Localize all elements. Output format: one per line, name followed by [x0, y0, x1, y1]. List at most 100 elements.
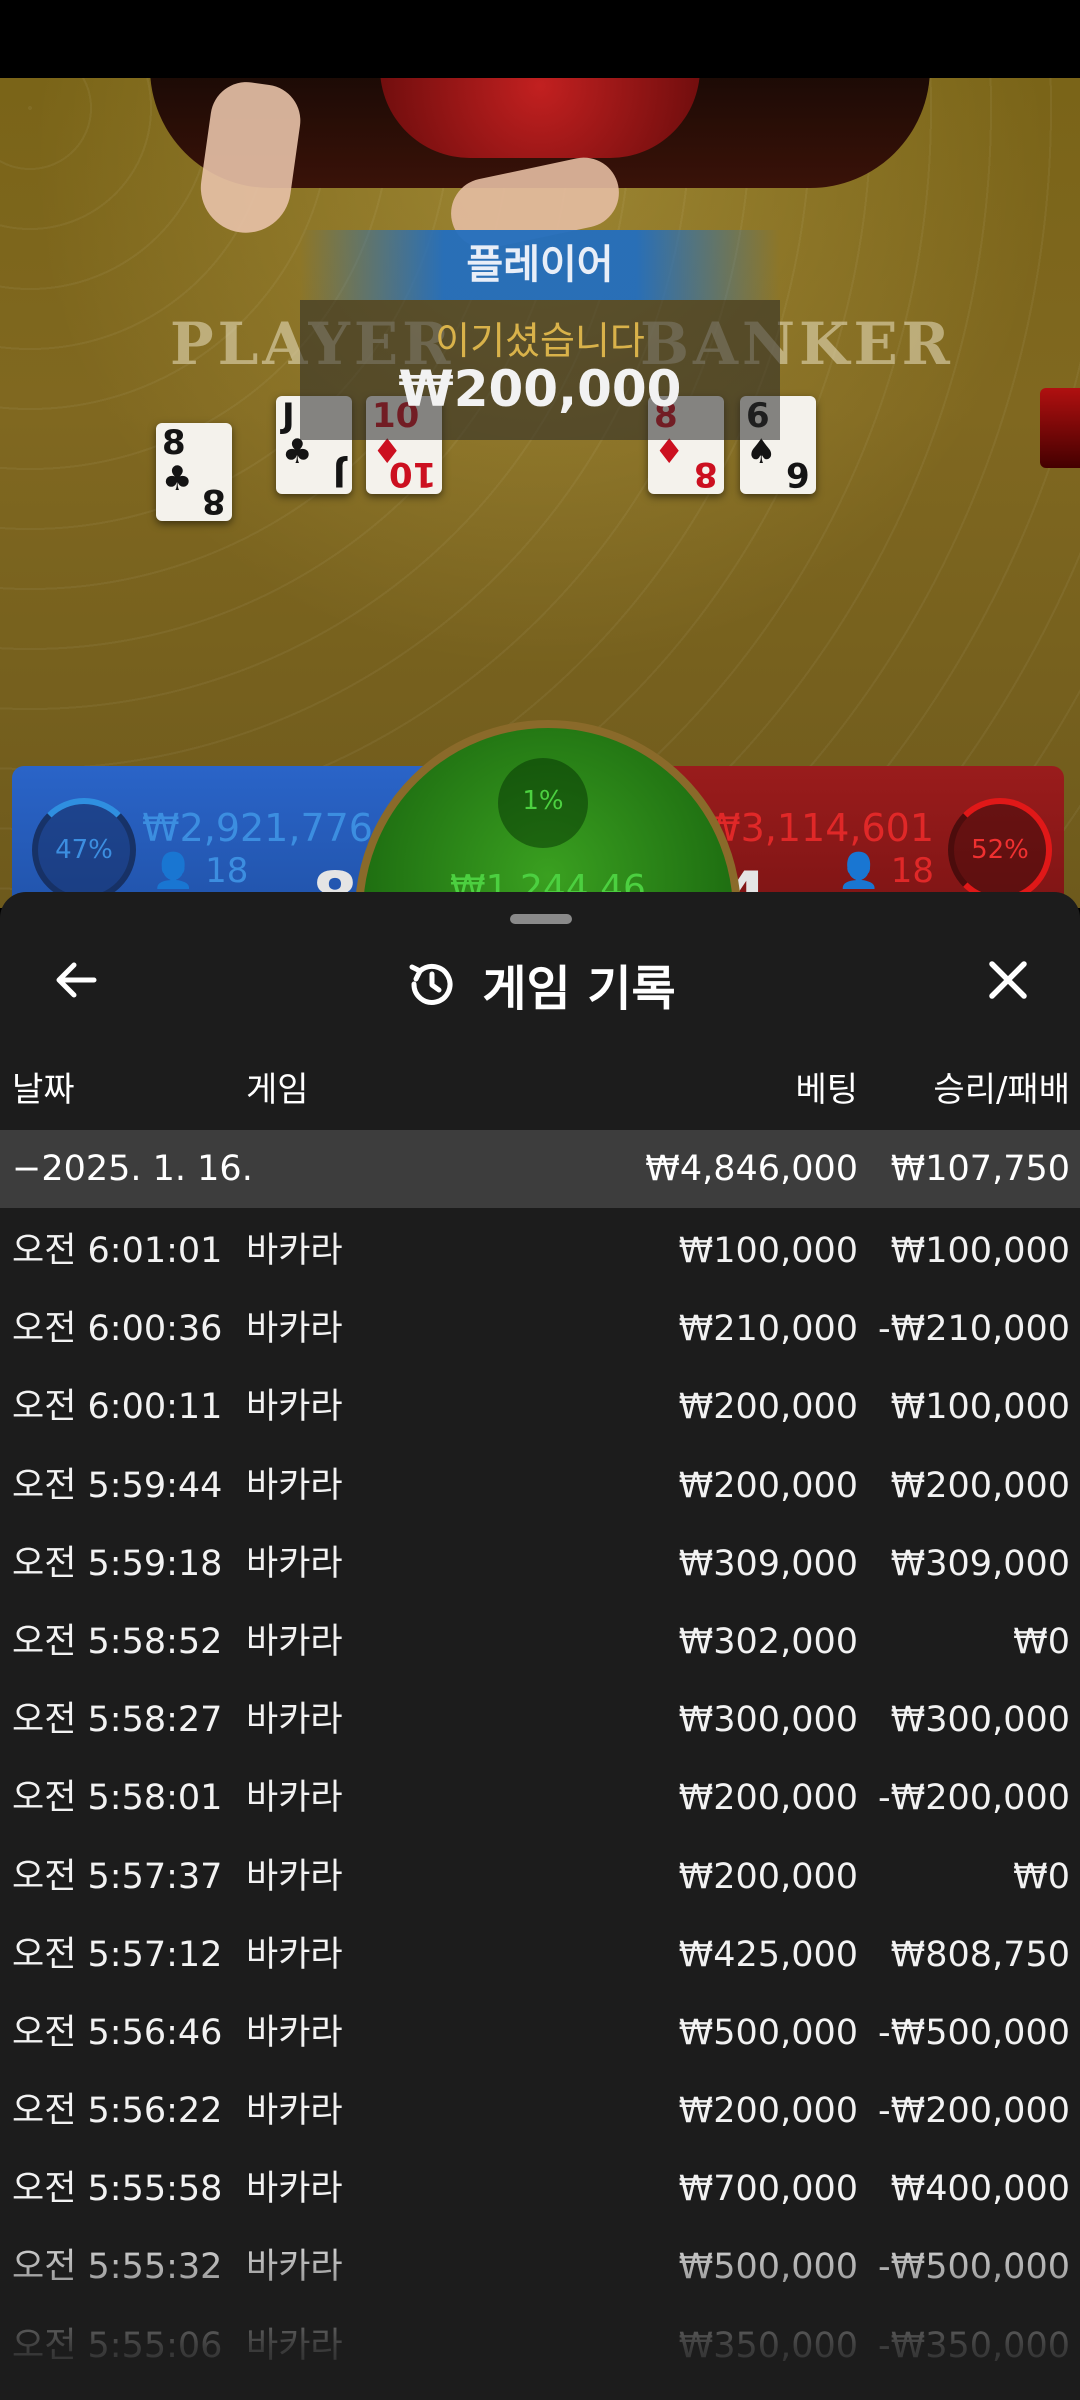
row-game: 바카라 — [246, 1621, 343, 1662]
table-header: 날짜 게임 베팅 승리/패배 — [0, 1062, 1080, 1110]
drag-handle[interactable] — [510, 914, 572, 924]
table-row[interactable]: 오전 5:59:44 바카라 ₩200,000 ₩200,000 — [0, 1447, 1080, 1525]
row-bet: ₩302,000 — [678, 1621, 858, 1662]
row-game: 바카라 — [246, 1543, 343, 1584]
row-game: 바카라 — [246, 1465, 343, 1506]
row-result: ₩0 — [1013, 1621, 1070, 1662]
row-game: 바카라 — [246, 1309, 343, 1350]
row-time: 오전 5:58:01 — [12, 1778, 223, 1819]
row-bet: ₩210,000 — [678, 1309, 858, 1350]
row-time: 오전 5:58:27 — [12, 1700, 223, 1741]
table-row[interactable]: 오전 5:57:37 바카라 ₩200,000 ₩0 — [0, 1838, 1080, 1916]
row-game: 바카라 — [246, 1934, 343, 1975]
win-message: 이기셨습니다 — [435, 319, 645, 363]
playing-card: 8 ♣ 8 — [156, 423, 232, 521]
table-row[interactable]: 오전 6:00:11 바카라 ₩200,000 ₩100,000 — [0, 1368, 1080, 1446]
table-row[interactable]: 오전 5:58:52 바카라 ₩302,000 ₩0 — [0, 1603, 1080, 1681]
row-result: ₩100,000 — [890, 1387, 1070, 1428]
sheet-header: 게임 기록 — [0, 944, 1080, 1024]
table-row[interactable]: 오전 5:59:18 바카라 ₩309,000 ₩309,000 — [0, 1525, 1080, 1603]
row-result: -₩200,000 — [878, 2091, 1070, 2132]
close-icon — [989, 961, 1027, 999]
table-row[interactable]: 오전 5:58:27 바카라 ₩300,000 ₩300,000 — [0, 1681, 1080, 1759]
status-bar — [0, 0, 1080, 78]
sheet-title: 게임 기록 — [482, 961, 676, 1017]
row-bet: ₩500,000 — [678, 2012, 858, 2053]
row-time: 오전 6:00:36 — [12, 1309, 223, 1350]
column-header-bet: 베팅 — [795, 1070, 858, 1110]
summary-result: ₩107,750 — [890, 1149, 1070, 1189]
row-time: 오전 5:56:46 — [12, 2012, 223, 2053]
row-game: 바카라 — [246, 1387, 343, 1428]
row-game: 바카라 — [246, 1778, 343, 1819]
row-game: 바카라 — [246, 2169, 343, 2210]
row-bet: ₩309,000 — [678, 1543, 858, 1584]
row-result: ₩100,000 — [890, 1231, 1070, 1271]
user-icon: 👤 — [152, 851, 195, 891]
row-game: 바카라 — [246, 1856, 343, 1897]
row-time: 오전 5:55:58 — [12, 2169, 223, 2210]
win-banner: 플레이어 — [300, 230, 780, 300]
row-result: ₩300,000 — [890, 1700, 1070, 1741]
summary-date: −2025. 1. 16. — [12, 1149, 253, 1189]
table-row[interactable]: 오전 5:57:12 바카라 ₩425,000 ₩808,750 — [0, 1916, 1080, 1994]
row-bet: ₩200,000 — [678, 1465, 858, 1506]
row-result: ₩0 — [1013, 1856, 1070, 1897]
table-row[interactable]: 오전 6:00:36 바카라 ₩210,000 -₩210,000 — [0, 1290, 1080, 1368]
player-percent-ring: 47% — [32, 798, 136, 902]
row-time: 오전 5:58:52 — [12, 1621, 223, 1662]
game-history-sheet: 게임 기록 날짜 게임 베팅 승리/패배 −2025. 1. 16. ₩4,84… — [0, 892, 1080, 2400]
row-bet: ₩100,000 — [678, 1231, 858, 1271]
row-bet: ₩425,000 — [678, 1934, 858, 1975]
table-row[interactable]: 오전 5:56:46 바카라 ₩500,000 -₩500,000 — [0, 1994, 1080, 2072]
row-bet: ₩200,000 — [678, 1778, 858, 1819]
row-time: 오전 5:57:12 — [12, 1934, 223, 1975]
row-game: 바카라 — [246, 1231, 343, 1271]
row-time: 오전 5:59:18 — [12, 1543, 223, 1584]
summary-bet: ₩4,846,000 — [645, 1149, 858, 1189]
close-button[interactable] — [980, 952, 1036, 1008]
win-side-label: 플레이어 — [466, 242, 614, 288]
row-time: 오전 6:01:01 — [12, 1231, 223, 1271]
table-row[interactable]: 오전 5:55:58 바카라 ₩700,000 ₩400,000 — [0, 2150, 1080, 2228]
chip-stack — [1040, 388, 1080, 468]
row-time: 오전 5:56:22 — [12, 2091, 223, 2132]
column-header-result: 승리/패배 — [933, 1070, 1070, 1110]
row-bet: ₩200,000 — [678, 1387, 858, 1428]
row-time: 오전 5:57:37 — [12, 1856, 223, 1897]
row-bet: ₩300,000 — [678, 1700, 858, 1741]
row-result: -₩500,000 — [878, 2012, 1070, 2053]
row-time: 오전 5:59:44 — [12, 1465, 223, 1506]
scroll-fade — [0, 2222, 1080, 2400]
row-bet: ₩200,000 — [678, 1856, 858, 1897]
history-list[interactable]: 오전 6:01:01 바카라 ₩100,000 ₩100,000 오전 6:00:36 바… — [0, 1212, 1080, 2385]
row-bet: ₩200,000 — [678, 2091, 858, 2132]
column-header-date: 날짜 — [12, 1070, 75, 1110]
row-result: -₩200,000 — [878, 1778, 1070, 1819]
row-game: 바카라 — [246, 2012, 343, 2053]
table-row[interactable]: 오전 5:58:01 바카라 ₩200,000 -₩200,000 — [0, 1759, 1080, 1837]
row-game: 바카라 — [246, 2091, 343, 2132]
row-time: 오전 6:00:11 — [12, 1387, 223, 1428]
row-result: ₩200,000 — [890, 1465, 1070, 1506]
tie-percent: 1% — [522, 786, 564, 816]
row-result: ₩808,750 — [890, 1934, 1070, 1975]
player-bet-total: ₩2,921,776 — [142, 806, 373, 850]
table-row[interactable]: 오전 5:56:22 바카라 ₩200,000 -₩200,000 — [0, 2072, 1080, 2150]
player-count: 👤 18 — [152, 851, 249, 891]
row-bet: ₩700,000 — [678, 2169, 858, 2210]
row-result: -₩210,000 — [878, 1309, 1070, 1350]
row-result: ₩309,000 — [890, 1543, 1070, 1584]
row-game: 바카라 — [246, 1700, 343, 1741]
table-row[interactable]: 오전 6:01:01 바카라 ₩100,000 ₩100,000 — [0, 1212, 1080, 1290]
banker-percent-ring: 52% — [948, 798, 1052, 902]
date-group-summary-row[interactable]: −2025. 1. 16. ₩4,846,000 ₩107,750 — [0, 1130, 1080, 1208]
banker-count: 👤 18 — [837, 851, 934, 891]
row-result: ₩400,000 — [890, 2169, 1070, 2210]
column-header-game: 게임 — [246, 1070, 309, 1110]
banker-bet-total: ₩3,114,601 — [703, 806, 934, 850]
user-icon: 👤 — [837, 851, 880, 891]
history-icon — [409, 963, 453, 1005]
dealer — [380, 78, 700, 158]
win-message-box: 이기셨습니다 ₩200,000 — [300, 300, 780, 440]
